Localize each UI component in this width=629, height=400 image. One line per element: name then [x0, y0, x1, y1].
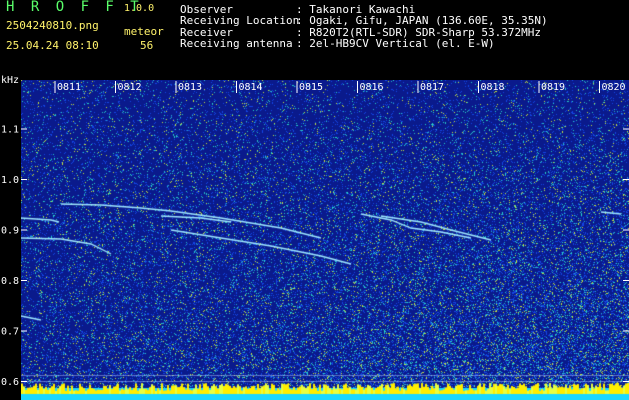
time-tick-label: 0811 — [57, 82, 81, 93]
freq-tick-label: 0.7 — [1, 327, 19, 338]
time-tick-label: 0813 — [178, 82, 202, 93]
time-tick-label: 0812 — [117, 82, 141, 93]
freq-tick-label: 0.9 — [1, 226, 19, 237]
time-tick-label: 0817 — [420, 82, 444, 93]
freq-tick-label: 0.6 — [1, 377, 19, 388]
time-tick-label: 0818 — [480, 82, 504, 93]
freq-tick-label: 1.1 — [1, 125, 19, 136]
spectrogram-axes: kHz 1.1 1.0 0.9 0.8 0.7 0.6 0811 0812 0813 0814 081… — [1, 75, 629, 388]
time-tick-label: 0814 — [238, 82, 262, 93]
time-tick-label: 0816 — [359, 82, 383, 93]
freq-tick-label: 1.0 — [1, 175, 19, 186]
time-tick-label: 0815 — [299, 82, 323, 93]
freq-unit-label: kHz — [1, 75, 19, 86]
freq-tick-label: 0.8 — [1, 276, 19, 287]
time-tick-label: 0819 — [541, 82, 565, 93]
time-tick-label: 0820 — [601, 82, 625, 93]
